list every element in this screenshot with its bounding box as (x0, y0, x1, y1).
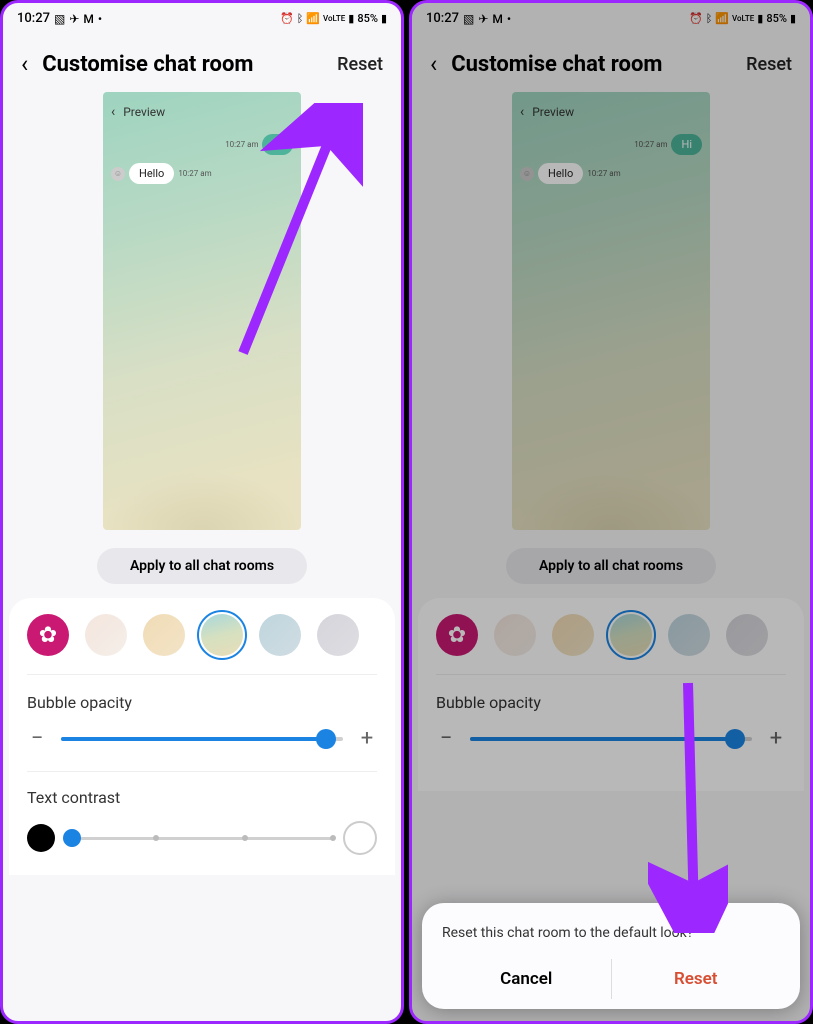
battery-icon: ▮ (381, 12, 387, 25)
page-title: Customise chat room (42, 52, 323, 77)
minus-icon[interactable]: − (27, 726, 47, 751)
msg-time: 10:27 am (178, 169, 211, 178)
bottom-panel: ✿ Bubble opacity − + (418, 598, 804, 791)
dialog-cancel-button[interactable]: Cancel (442, 959, 611, 999)
battery-text: 85% (766, 12, 787, 25)
battery-icon: ▮ (790, 12, 796, 25)
telegram-icon: ✈ (69, 12, 79, 26)
msg-bubble-received: Hello (538, 163, 583, 184)
slider-track[interactable] (470, 737, 752, 741)
avatar-icon: ☺ (520, 167, 534, 181)
slider-track[interactable] (61, 737, 343, 741)
reset-button[interactable]: Reset (746, 54, 792, 75)
color-swatches: ✿ (436, 614, 786, 675)
apply-all-button[interactable]: Apply to all chat rooms (506, 548, 716, 584)
contrast-black-icon (27, 824, 55, 852)
swatch-1[interactable] (494, 614, 536, 656)
swatch-4[interactable] (259, 614, 301, 656)
preview-back-icon: ‹ (520, 104, 524, 120)
dialog-message: Reset this chat room to the default look… (442, 925, 780, 941)
preview-back-icon: ‹ (111, 104, 115, 120)
color-swatches: ✿ (27, 614, 377, 675)
signal-icon: ▮ (348, 12, 354, 25)
header: ‹ Customise chat room Reset (412, 30, 810, 92)
gmail-icon: M (492, 12, 503, 26)
volte-icon: VoLTE (732, 14, 754, 23)
reset-dialog: Reset this chat room to the default look… (422, 903, 800, 1009)
plus-icon[interactable]: + (357, 726, 377, 751)
swatch-3[interactable] (610, 614, 652, 656)
gallery-icon: ▧ (463, 12, 474, 26)
signal-icon: ▮ (757, 12, 763, 25)
status-time: 10:27 (426, 11, 459, 26)
wifi-icon: 📶 (715, 12, 729, 25)
msg-time: 10:27 am (225, 140, 258, 149)
phone-screen-left: 10:27 ▧ ✈ M • ⏰ ᛒ 📶 VoLTE ▮ 85% ▮ ‹ Cust… (0, 0, 404, 1024)
opacity-label: Bubble opacity (27, 693, 377, 712)
telegram-icon: ✈ (478, 12, 488, 26)
swatch-4[interactable] (668, 614, 710, 656)
reset-button[interactable]: Reset (337, 54, 383, 75)
more-icon: • (507, 12, 511, 26)
contrast-white-icon (343, 821, 377, 855)
apply-all-button[interactable]: Apply to all chat rooms (97, 548, 307, 584)
msg-bubble-sent: Hi (671, 134, 702, 155)
back-icon[interactable]: ‹ (21, 50, 28, 78)
preview-label: Preview (532, 105, 574, 119)
alarm-icon: ⏰ (280, 12, 294, 25)
swatch-1[interactable] (85, 614, 127, 656)
status-bar: 10:27 ▧ ✈ M • ⏰ ᛒ 📶 VoLTE ▮ 85% ▮ (412, 3, 810, 30)
msg-bubble-received: Hello (129, 163, 174, 184)
msg-time: 10:27 am (587, 169, 620, 178)
bottom-panel: ✿ Bubble opacity − + Text contrast (9, 598, 395, 875)
wifi-icon: 📶 (306, 12, 320, 25)
volte-icon: VoLTE (323, 14, 345, 23)
plus-icon[interactable]: + (766, 726, 786, 751)
swatch-5[interactable] (726, 614, 768, 656)
gallery-icon: ▧ (54, 12, 65, 26)
msg-bubble-sent: Hi (262, 134, 293, 155)
swatch-3[interactable] (201, 614, 243, 656)
more-icon: • (98, 12, 102, 26)
dialog-reset-button[interactable]: Reset (611, 959, 781, 999)
swatch-2[interactable] (143, 614, 185, 656)
alarm-icon: ⏰ (689, 12, 703, 25)
swatch-custom[interactable]: ✿ (27, 614, 69, 656)
opacity-slider[interactable]: − + (436, 726, 786, 751)
chat-preview: ‹ Preview 10:27 am Hi ☺ Hello 10:27 am (103, 92, 301, 530)
battery-text: 85% (357, 12, 378, 25)
preview-label: Preview (123, 105, 165, 119)
status-bar: 10:27 ▧ ✈ M • ⏰ ᛒ 📶 VoLTE ▮ 85% ▮ (3, 3, 401, 30)
msg-time: 10:27 am (634, 140, 667, 149)
phone-screen-right: 10:27 ▧ ✈ M • ⏰ ᛒ 📶 VoLTE ▮ 85% ▮ ‹ Cust… (409, 0, 813, 1024)
header: ‹ Customise chat room Reset (3, 30, 401, 92)
back-icon[interactable]: ‹ (430, 50, 437, 78)
bluetooth-icon: ᛒ (706, 12, 713, 25)
chat-preview: ‹ Preview 10:27 am Hi ☺ Hello 10:27 am (512, 92, 710, 530)
contrast-slider[interactable] (27, 821, 377, 855)
contrast-label: Text contrast (27, 788, 377, 807)
avatar-icon: ☺ (111, 167, 125, 181)
bluetooth-icon: ᛒ (297, 12, 304, 25)
swatch-2[interactable] (552, 614, 594, 656)
page-title: Customise chat room (451, 52, 732, 77)
swatch-5[interactable] (317, 614, 359, 656)
status-time: 10:27 (17, 11, 50, 26)
opacity-label: Bubble opacity (436, 693, 786, 712)
contrast-thumb[interactable] (63, 829, 81, 847)
gmail-icon: M (83, 12, 94, 26)
minus-icon[interactable]: − (436, 726, 456, 751)
opacity-slider[interactable]: − + (27, 726, 377, 751)
swatch-custom[interactable]: ✿ (436, 614, 478, 656)
